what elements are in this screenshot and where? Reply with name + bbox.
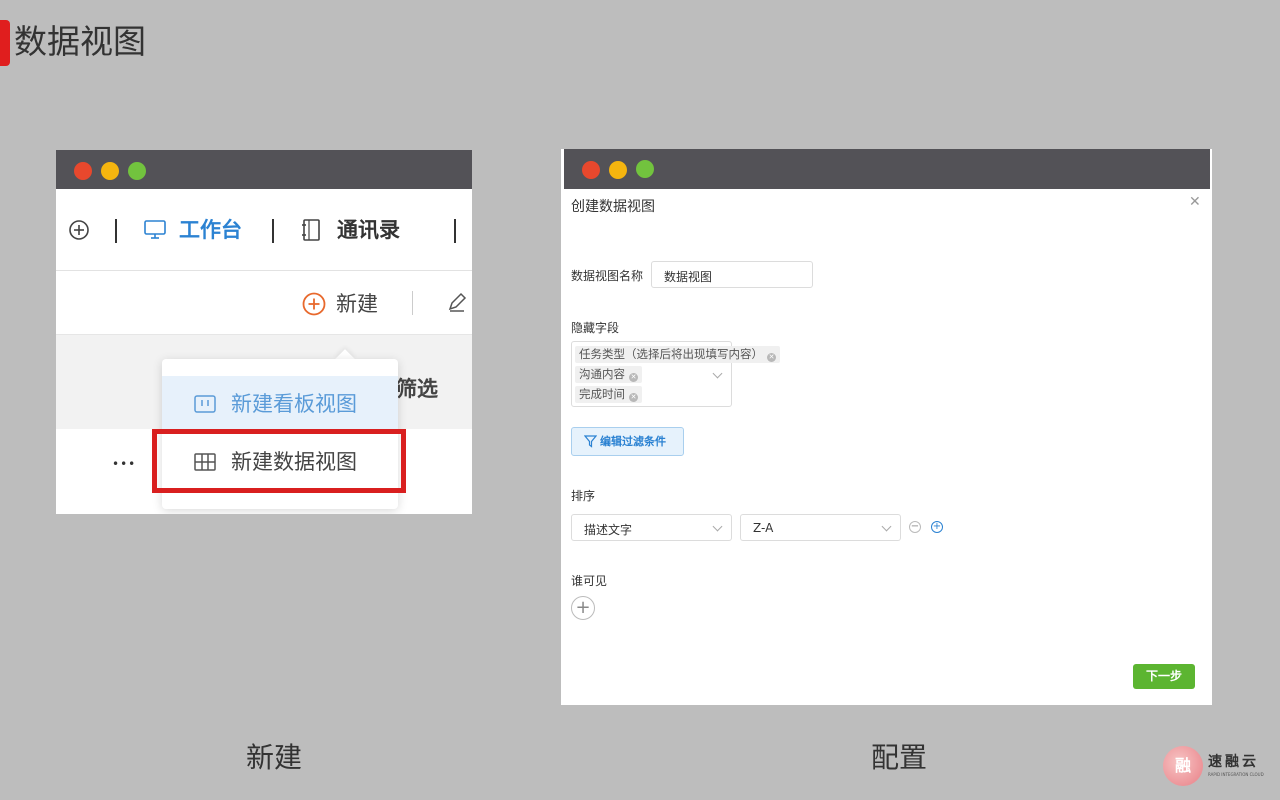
edit-filter-button[interactable]: 编辑过滤条件 [571,427,684,456]
visibility-label: 谁可见 [571,574,608,588]
maximize-window-button[interactable] [128,162,146,180]
nav-divider [115,219,117,243]
hidden-field-tag: 沟通内容 ✕ [575,366,642,383]
edit-filter-label: 编辑过滤条件 [600,435,666,448]
remove-tag-icon[interactable]: ✕ [629,373,638,382]
nav-divider [272,219,274,243]
new-button[interactable]: 新建 [336,290,378,318]
close-icon[interactable]: ✕ [1189,194,1201,210]
filter-label[interactable]: 筛选 [396,373,438,403]
config-window: 创建数据视图 ✕ 数据视图名称 数据视图 隐藏字段 任务类型（选择后将出现填写内… [561,149,1212,705]
hidden-field-tag: 任务类型（选择后将出现填写内容） ✕ [575,346,780,363]
sort-field-select[interactable]: 描述文字 [571,514,732,541]
nav-tab-workbench[interactable]: 工作台 [179,216,242,244]
highlight-box [152,429,406,493]
next-step-button[interactable]: 下一步 [1133,664,1195,689]
hidden-field-tag: 完成时间 ✕ [575,386,642,403]
top-nav: 工作台 通讯录 [56,189,472,271]
brand-logo: 融 速融云 RAPID INTEGRATION CLOUD [1163,746,1273,786]
more-options-icon[interactable]: ••• [112,457,136,471]
add-new-icon[interactable] [302,292,326,316]
dialog-title: 创建数据视图 [571,199,655,215]
chevron-down-icon [712,368,723,379]
filter-icon [584,435,597,448]
logo-mark-char: 融 [1174,756,1191,775]
close-window-button[interactable] [74,162,92,180]
chevron-down-icon [881,521,892,532]
logo-name: 速融云 [1208,754,1259,770]
remove-tag-icon[interactable]: ✕ [629,393,638,402]
add-sort-icon[interactable]: + [931,521,943,533]
window-titlebar [564,149,1210,189]
remove-sort-icon[interactable]: − [909,521,921,533]
hidden-fields-label: 隐藏字段 [571,321,620,335]
sort-field-value: 描述文字 [584,523,633,537]
add-circle-icon[interactable] [68,219,90,241]
title-accent-bar [0,20,10,66]
nav-tab-contacts[interactable]: 通讯录 [337,216,400,244]
new-view-window: 工作台 通讯录 新建 筛选 ••• 新建看板视图 新建数据视图 [56,150,472,514]
caption-config: 配置 [871,741,928,774]
page-title: 数据视图 [14,22,146,61]
maximize-window-button[interactable] [636,160,654,178]
minimize-window-button[interactable] [101,162,119,180]
minimize-window-button[interactable] [609,161,627,179]
chevron-down-icon [712,521,723,532]
remove-tag-icon[interactable]: ✕ [767,353,776,362]
window-titlebar [56,150,472,189]
sort-order-value: Z-A [753,521,774,535]
toolbar: 新建 [56,271,472,335]
menu-item-new-kanban-view[interactable]: 新建看板视图 [162,376,398,432]
kanban-icon [194,395,216,413]
caption-new: 新建 [246,741,303,774]
nav-divider [454,219,456,243]
contacts-book-icon [302,219,320,241]
monitor-icon [144,220,166,239]
edit-pencil-icon[interactable] [446,291,468,313]
add-member-icon[interactable]: + [571,596,595,620]
sort-label: 排序 [571,489,596,503]
view-name-input[interactable]: 数据视图 [651,261,813,288]
close-window-button[interactable] [582,161,600,179]
view-name-label: 数据视图名称 [571,269,644,283]
menu-item-label: 新建看板视图 [231,392,357,416]
logo-subtitle: RAPID INTEGRATION CLOUD [1208,772,1264,777]
view-name-value: 数据视图 [664,270,713,284]
sort-order-select[interactable]: Z-A [740,514,901,541]
toolbar-divider [412,291,413,315]
